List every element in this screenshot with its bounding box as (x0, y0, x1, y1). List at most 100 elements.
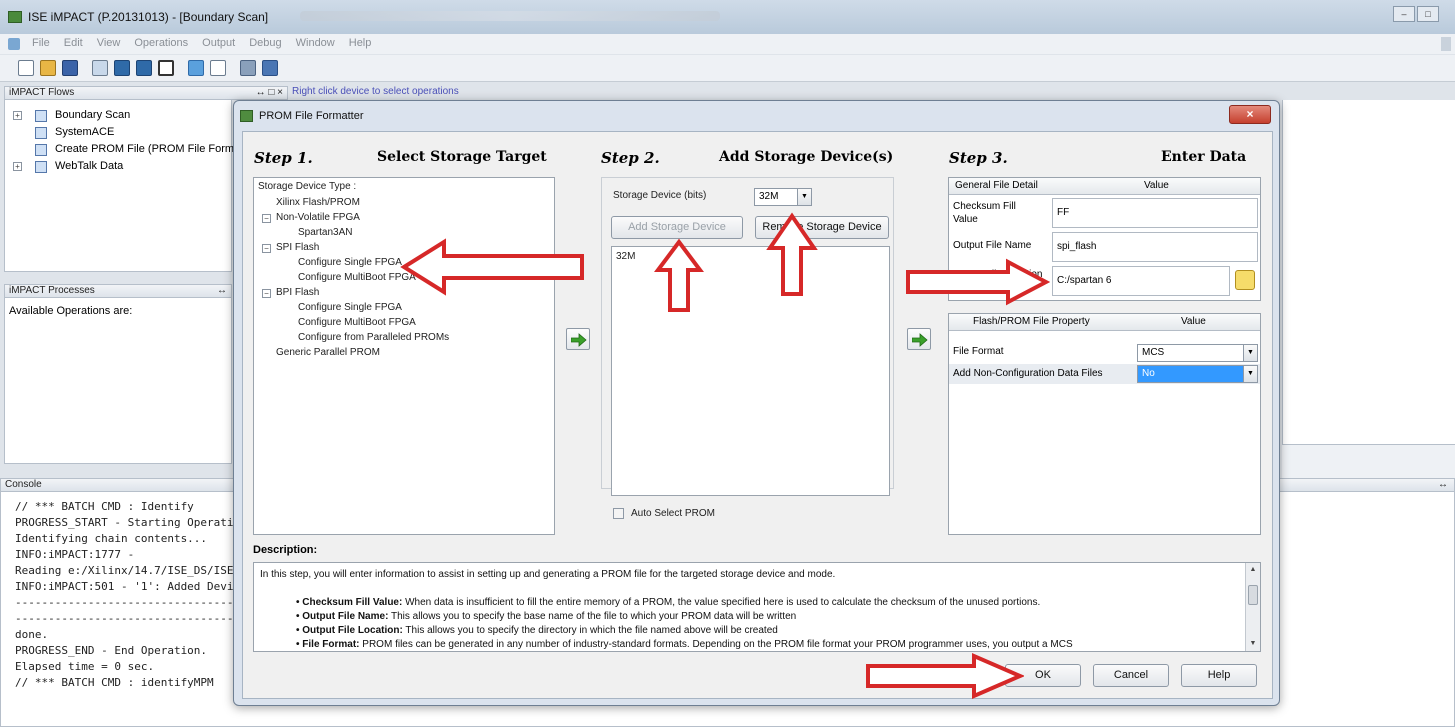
property-col2-header: Value (1181, 316, 1206, 327)
expand-icon[interactable]: + (13, 162, 22, 171)
annotation-arrow-up-2 (766, 212, 818, 296)
description-bullet-text: This allows you to specify the directory… (402, 625, 778, 636)
scroll-up-icon[interactable]: ▲ (1247, 563, 1259, 577)
flow-item[interactable]: + WebTalk Data (5, 159, 231, 175)
file-format-select[interactable]: MCS ▼ (1137, 344, 1258, 362)
step2-title: Add Storage Device(s) (719, 149, 894, 165)
flows-panel-title: iMPACT Flows (9, 87, 75, 98)
menu-bar: File Edit View Operations Output Debug Window H… (0, 34, 1455, 54)
storage-type-item[interactable]: Configure MultiBoot FPGA (254, 316, 554, 332)
dialog-close-button[interactable]: × (1229, 105, 1271, 124)
description-bullet-term: • Output File Location: (296, 625, 403, 636)
processes-panel-header: iMPACT Processes ↔ (4, 284, 232, 298)
storage-type-item[interactable]: Generic Parallel PROM (254, 346, 554, 362)
cancel-button[interactable]: Cancel (1093, 664, 1169, 687)
window-icon[interactable] (158, 60, 174, 76)
storage-device-item[interactable]: 32M (616, 251, 635, 262)
menu-help[interactable]: Help (349, 37, 372, 49)
tile-icon[interactable] (210, 60, 226, 76)
nonconfig-data-value: No (1142, 368, 1155, 379)
cascade-icon[interactable] (188, 60, 204, 76)
description-intro: In this step, you will enter information… (260, 569, 836, 580)
menu-view[interactable]: View (97, 37, 121, 49)
copy-icon[interactable] (92, 60, 108, 76)
storage-type-item[interactable]: Configure Single FPGA (254, 301, 554, 317)
menu-output[interactable]: Output (202, 37, 235, 49)
app-icon (8, 11, 22, 23)
help-button[interactable]: Help (1181, 664, 1257, 687)
flows-tree: + Boundary Scan SystemACE Create PROM File … (4, 100, 260, 272)
step2-next-arrow-button[interactable] (907, 328, 931, 350)
output-file-name-input[interactable]: spi_flash (1052, 232, 1258, 262)
flow-item[interactable]: + Boundary Scan (5, 108, 231, 124)
workspace-area (1282, 100, 1455, 444)
menu-restore-icon[interactable] (1441, 37, 1451, 51)
open-folder-icon[interactable] (40, 60, 56, 76)
new-file-icon[interactable] (18, 60, 34, 76)
title-bar: ISE iMPACT (P.20131013) - [Boundary Scan… (0, 0, 1455, 34)
flow-item[interactable]: Create PROM File (PROM File Formatter) (5, 142, 260, 158)
help-pointer-icon[interactable] (262, 60, 278, 76)
window-title: ISE iMPACT (P.20131013) - [Boundary Scan… (28, 10, 269, 24)
storage-type-label: Configure Single FPGA (298, 257, 402, 268)
prom-file-icon (35, 144, 47, 156)
expand-icon[interactable]: + (13, 111, 22, 120)
menu-operations[interactable]: Operations (134, 37, 188, 49)
wrench-icon[interactable] (240, 60, 256, 76)
storage-type-item[interactable]: − Non-Volatile FPGA (254, 211, 554, 227)
storage-type-item[interactable]: Xilinx Flash/PROM (254, 196, 554, 212)
storage-type-item[interactable]: Configure from Paralleled PROMs (254, 331, 554, 347)
flow-item[interactable]: SystemACE (5, 125, 231, 141)
collapse-icon[interactable]: − (262, 244, 271, 253)
scroll-down-icon[interactable]: ▼ (1247, 637, 1259, 651)
flow-item-label: Boundary Scan (55, 109, 131, 121)
flows-hint: Right click device to select operations (292, 86, 459, 97)
checksum-fill-input[interactable]: FF (1052, 198, 1258, 228)
storage-type-label: Non-Volatile FPGA (276, 212, 360, 223)
storage-device-select[interactable]: 32M ▼ (754, 188, 812, 206)
webtalk-icon (35, 161, 47, 173)
chain-split-icon[interactable] (136, 60, 152, 76)
console-controls[interactable]: ↔ (1438, 479, 1448, 491)
description-bullet-term: • Checksum Fill Value: (296, 597, 403, 608)
maximize-button[interactable]: □ (1417, 6, 1439, 22)
storage-type-label: Spartan3AN (298, 227, 353, 238)
collapse-icon[interactable]: − (262, 289, 271, 298)
flows-panel-controls[interactable]: ↔ □ × (256, 87, 283, 99)
description-scrollbar[interactable]: ▲ ▼ (1245, 563, 1260, 651)
annotation-arrow-up-1 (654, 238, 704, 312)
chevron-down-icon: ▼ (797, 189, 811, 205)
chain-icon[interactable] (114, 60, 130, 76)
add-storage-device-button[interactable]: Add Storage Device (611, 216, 743, 239)
menu-window[interactable]: Window (296, 37, 335, 49)
storage-device-label: Storage Device (bits) (613, 190, 707, 201)
checksum-fill-label: Checksum Fill Value (953, 201, 1016, 225)
collapse-icon[interactable]: − (262, 214, 271, 223)
console-line: PROGRESS_START - Starting Operation. (15, 516, 254, 529)
output-file-location-input[interactable]: C:/spartan 6 (1052, 266, 1230, 296)
menu-file[interactable]: File (32, 37, 50, 49)
storage-type-label: Configure from Paralleled PROMs (298, 332, 450, 343)
description-box: ▲ ▼ In this step, you will enter informa… (253, 562, 1261, 652)
description-bullet: • Output File Location: This allows you … (296, 625, 778, 636)
scroll-thumb[interactable] (1248, 585, 1258, 605)
processes-body: Available Operations are: (4, 298, 232, 464)
toolbar (0, 55, 1455, 82)
auto-select-prom-checkbox[interactable] (613, 508, 624, 519)
processes-panel-controls[interactable]: ↔ (217, 285, 227, 297)
storage-type-label: Configure MultiBoot FPGA (298, 272, 416, 283)
console-title: Console (5, 479, 42, 490)
nonconfig-data-select[interactable]: No ▼ (1137, 365, 1258, 383)
general-grid-header: General File Detail Value (949, 178, 1260, 195)
save-icon[interactable] (62, 60, 78, 76)
general-col2-header: Value (1144, 180, 1169, 191)
storage-device-list[interactable]: 32M (611, 246, 890, 496)
browse-folder-icon[interactable] (1235, 270, 1255, 290)
minimize-button[interactable]: – (1393, 6, 1415, 22)
menu-edit[interactable]: Edit (64, 37, 83, 49)
description-bullet-text: This allows you to specify the base name… (388, 611, 797, 622)
property-col1-header: Flash/PROM File Property (973, 316, 1090, 327)
dialog-title-bar: PROM File Formatter × (234, 101, 1279, 131)
step1-next-arrow-button[interactable] (566, 328, 590, 350)
menu-debug[interactable]: Debug (249, 37, 281, 49)
